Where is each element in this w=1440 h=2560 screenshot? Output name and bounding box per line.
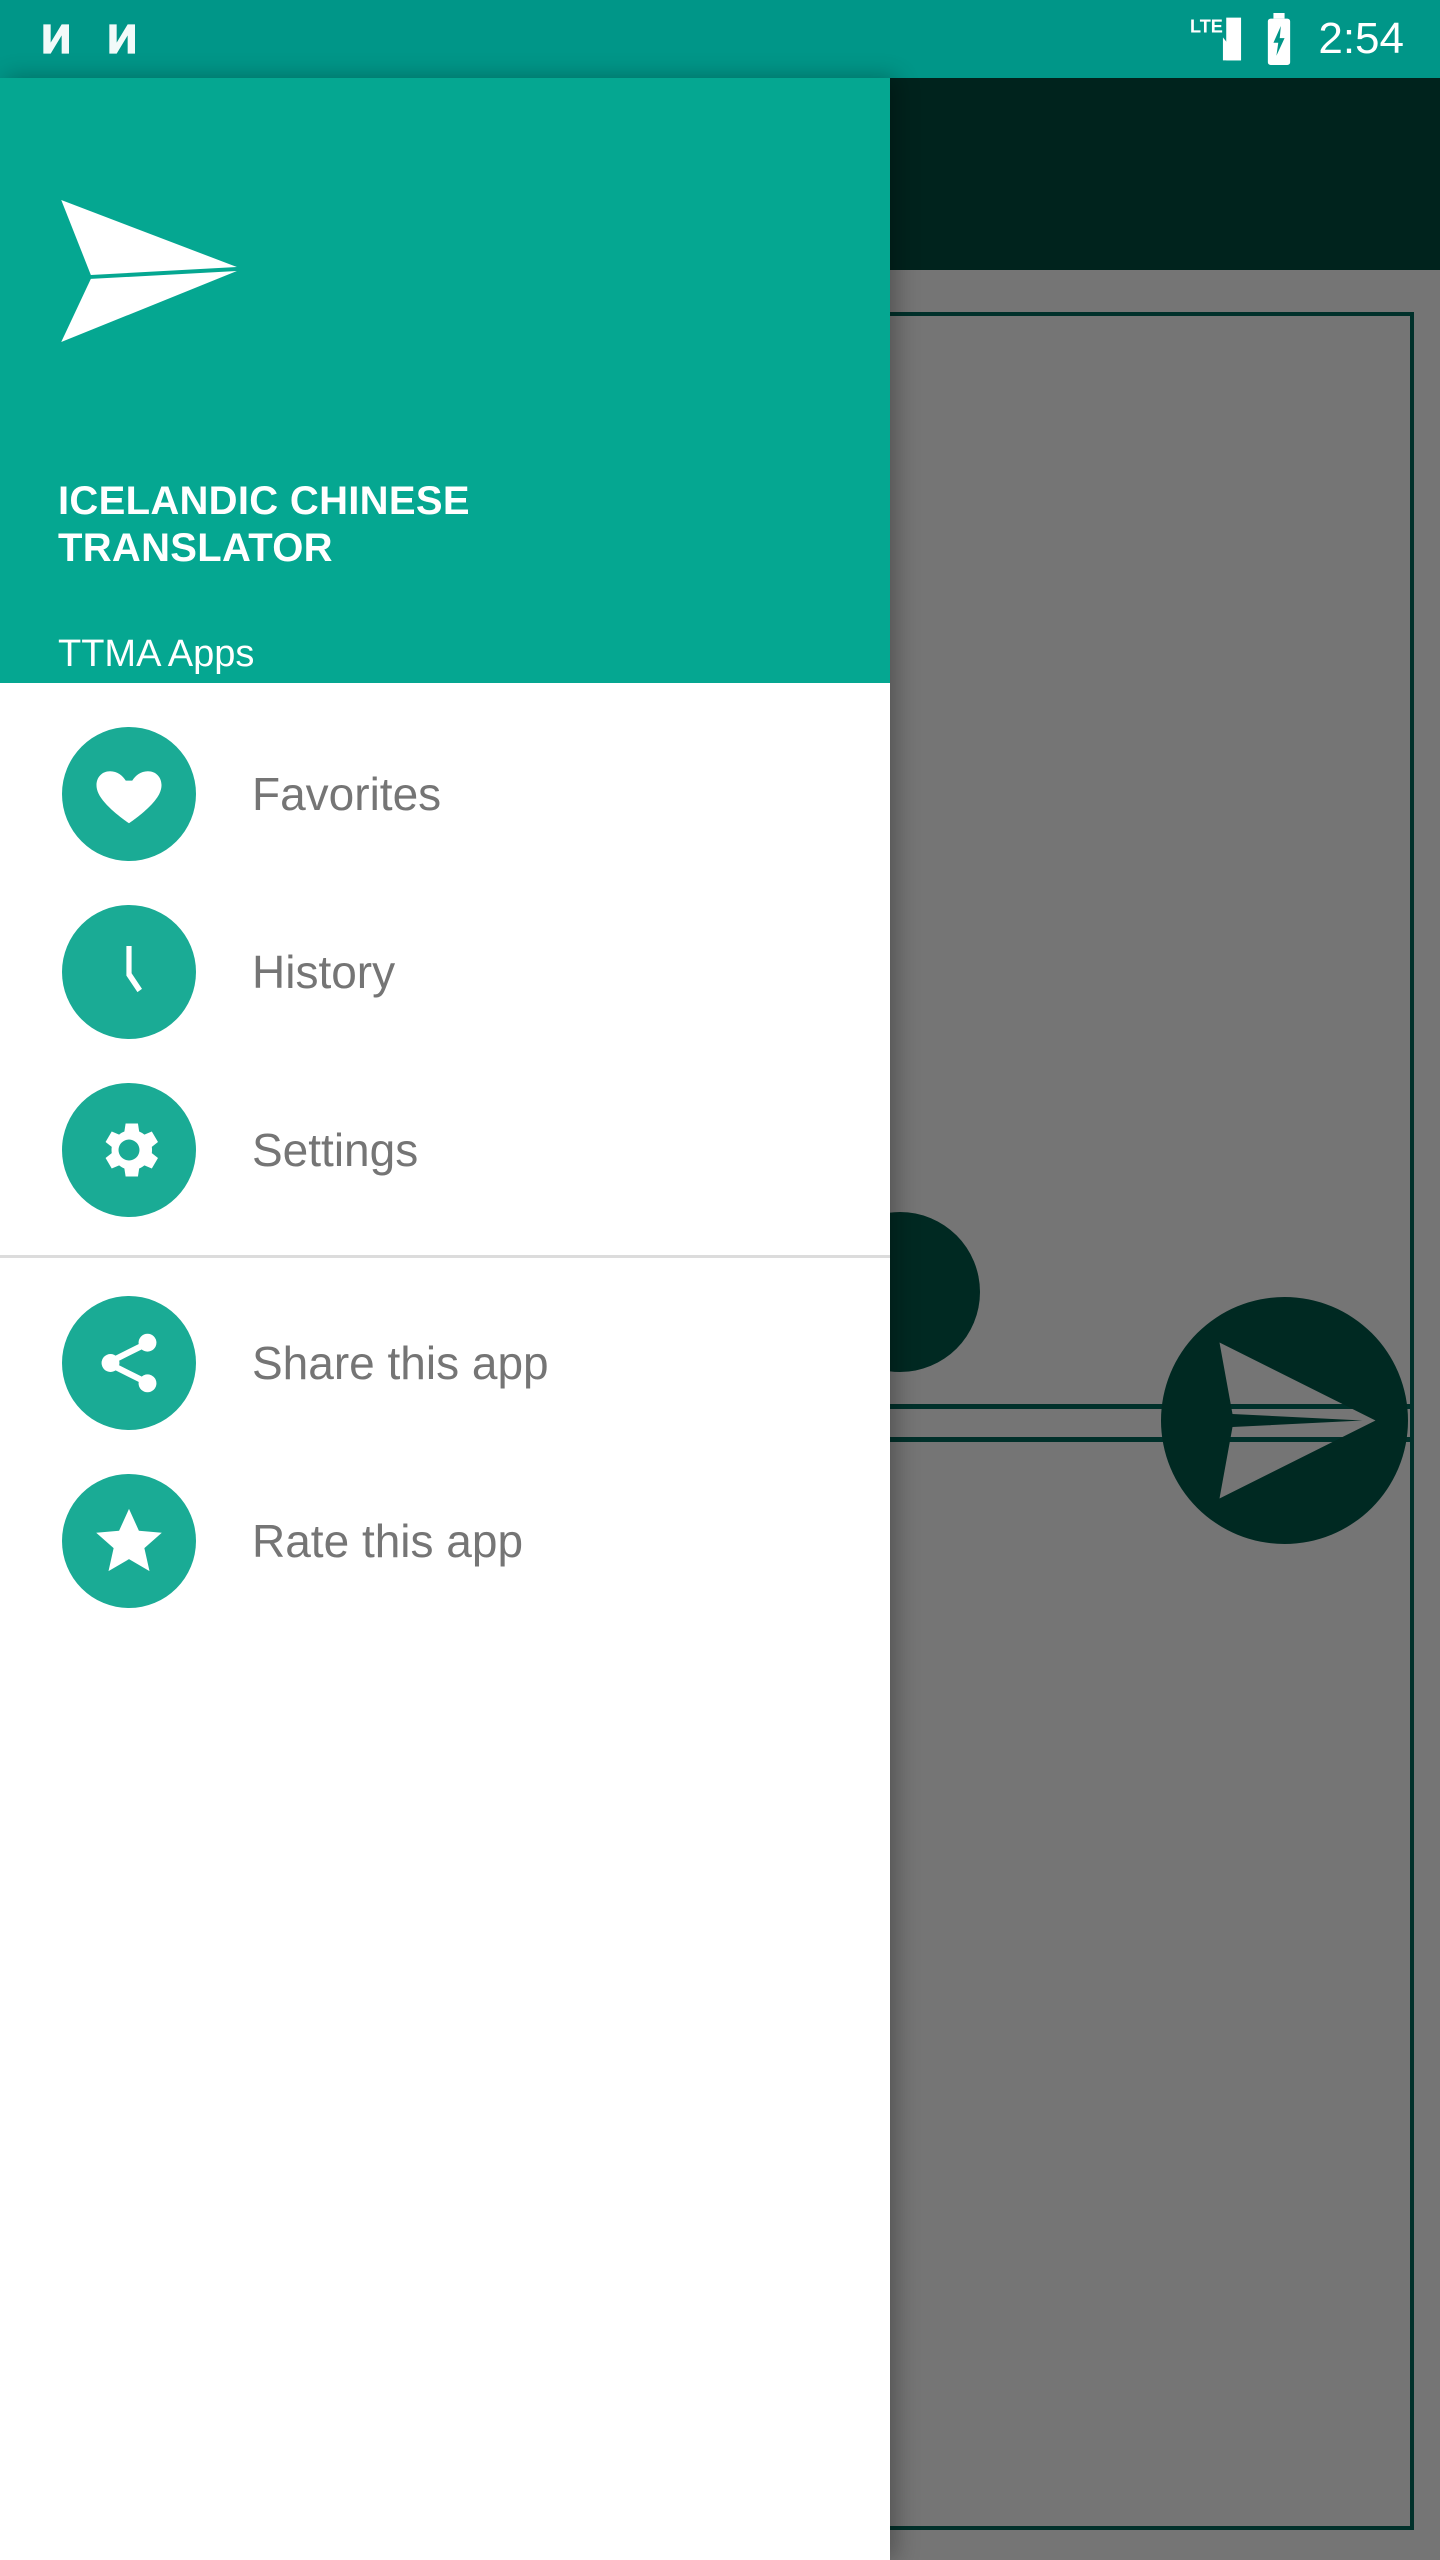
clock-icon-wrap xyxy=(62,905,196,1039)
send-icon xyxy=(1161,1297,1408,1544)
gear-icon xyxy=(105,1123,158,1177)
share-icon xyxy=(101,1333,157,1393)
drawer-item-label: Favorites xyxy=(252,768,442,820)
status-bar: LTE 2:54 xyxy=(0,0,1440,78)
drawer-item-label: History xyxy=(252,946,396,998)
drawer-item-history[interactable]: History xyxy=(0,883,890,1061)
status-clock: 2:54 xyxy=(1318,14,1404,63)
paper-plane-logo xyxy=(54,196,254,346)
drawer-item-favorites[interactable]: Favorites xyxy=(0,705,890,883)
drawer-app-subtitle: TTMA Apps xyxy=(58,633,255,675)
signal-bars-icon: LTE xyxy=(1190,16,1242,61)
share-icon-wrap xyxy=(62,1296,196,1430)
battery-charging-icon xyxy=(1268,13,1291,65)
star-icon xyxy=(96,1508,162,1572)
navigation-drawer[interactable]: ICELANDIC CHINESE TRANSLATOR TTMA Apps F… xyxy=(0,78,890,2560)
drawer-item-rate-this-app[interactable]: Rate this app xyxy=(0,1452,890,1630)
status-notification-icons xyxy=(36,17,146,61)
drawer-item-settings[interactable]: Settings xyxy=(0,1061,890,1239)
svg-text:LTE: LTE xyxy=(1190,16,1223,36)
clock-icon xyxy=(126,946,142,993)
heart-icon-wrap xyxy=(62,727,196,861)
drawer-menu: Favorites History Settings Share this ap… xyxy=(0,683,890,1630)
send-fab[interactable] xyxy=(1122,1258,1440,1583)
drawer-item-label: Settings xyxy=(252,1124,419,1176)
star-icon-wrap xyxy=(62,1474,196,1608)
gear-icon-wrap xyxy=(62,1083,196,1217)
heart-icon xyxy=(96,771,162,824)
android-n-icon xyxy=(43,24,69,54)
drawer-app-title: ICELANDIC CHINESE TRANSLATOR xyxy=(58,479,470,571)
drawer-item-label: Rate this app xyxy=(252,1515,524,1567)
drawer-header: ICELANDIC CHINESE TRANSLATOR TTMA Apps xyxy=(0,78,890,683)
android-n-icon xyxy=(109,24,135,54)
drawer-item-share-this-app[interactable]: Share this app xyxy=(0,1274,890,1452)
status-system-icons: LTE 2:54 xyxy=(1190,13,1404,65)
drawer-divider xyxy=(0,1255,890,1258)
drawer-item-label: Share this app xyxy=(252,1337,549,1389)
